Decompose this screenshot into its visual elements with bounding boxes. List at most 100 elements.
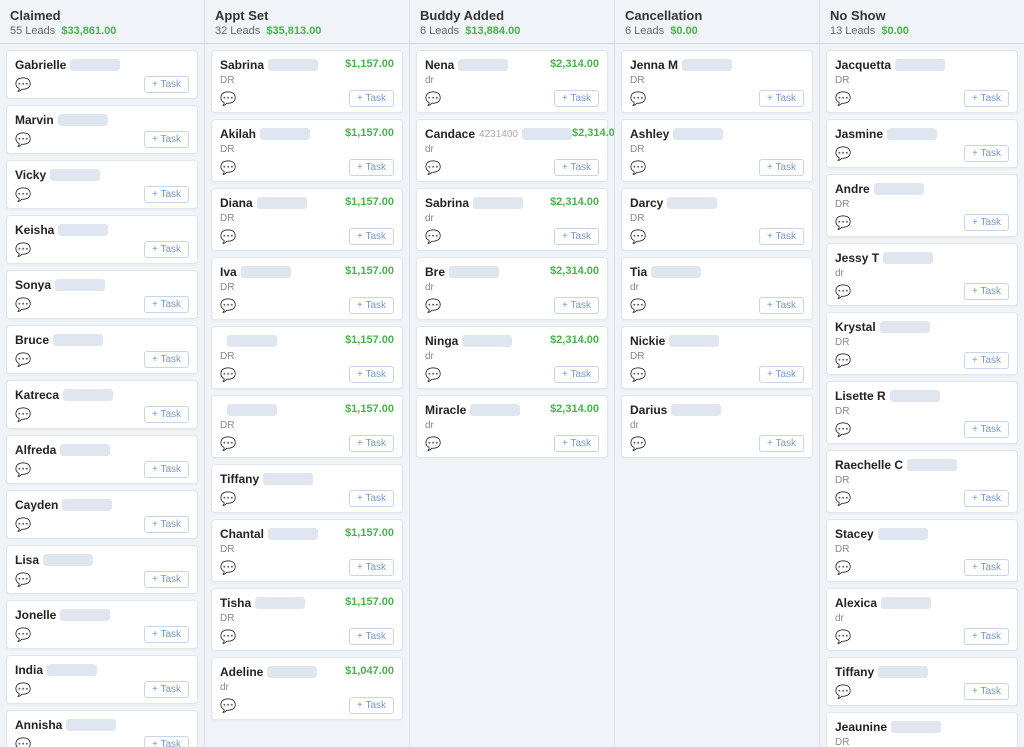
chat-icon[interactable]: 💬 — [835, 284, 851, 300]
card[interactable]: Jacquetta DR 💬 + Task — [826, 50, 1018, 113]
chat-icon[interactable]: 💬 — [15, 77, 31, 93]
chat-icon[interactable]: 💬 — [15, 352, 31, 368]
chat-icon[interactable]: 💬 — [425, 229, 441, 245]
task-button[interactable]: + Task — [349, 435, 394, 452]
chat-icon[interactable]: 💬 — [220, 698, 236, 714]
task-button[interactable]: + Task — [554, 297, 599, 314]
task-button[interactable]: + Task — [964, 683, 1009, 700]
task-button[interactable]: + Task — [759, 297, 804, 314]
card[interactable]: Lisa 💬 + Task — [6, 545, 198, 594]
task-button[interactable]: + Task — [349, 559, 394, 576]
task-button[interactable]: + Task — [964, 90, 1009, 107]
card[interactable]: Nena $2,314.00 dr 💬 + Task — [416, 50, 608, 113]
card[interactable]: Iva $1,157.00 DR 💬 + Task — [211, 257, 403, 320]
column-body[interactable]: Gabrielle 💬 + Task Marvin — [0, 44, 204, 747]
chat-icon[interactable]: 💬 — [15, 297, 31, 313]
card[interactable]: Darius dr 💬 + Task — [621, 395, 813, 458]
card[interactable]: Jenna M DR 💬 + Task — [621, 50, 813, 113]
chat-icon[interactable]: 💬 — [835, 684, 851, 700]
column-body[interactable]: Jacquetta DR 💬 + Task Jasmine — [820, 44, 1024, 747]
card[interactable]: Alfreda 💬 + Task — [6, 435, 198, 484]
card[interactable]: Ninga $2,314.00 dr 💬 + Task — [416, 326, 608, 389]
card[interactable]: India 💬 + Task — [6, 655, 198, 704]
task-button[interactable]: + Task — [964, 352, 1009, 369]
card[interactable]: Ashley DR 💬 + Task — [621, 119, 813, 182]
card[interactable]: Sonya 💬 + Task — [6, 270, 198, 319]
card[interactable]: Adeline $1,047.00 dr 💬 + Task — [211, 657, 403, 720]
task-button[interactable]: + Task — [349, 366, 394, 383]
task-button[interactable]: + Task — [349, 628, 394, 645]
chat-icon[interactable]: 💬 — [425, 436, 441, 452]
task-button[interactable]: + Task — [349, 297, 394, 314]
chat-icon[interactable]: 💬 — [15, 132, 31, 148]
chat-icon[interactable]: 💬 — [630, 229, 646, 245]
card[interactable]: Bruce 💬 + Task — [6, 325, 198, 374]
chat-icon[interactable]: 💬 — [835, 91, 851, 107]
card[interactable]: Bre $2,314.00 dr 💬 + Task — [416, 257, 608, 320]
card[interactable]: Alexica dr 💬 + Task — [826, 588, 1018, 651]
task-button[interactable]: + Task — [964, 421, 1009, 438]
chat-icon[interactable]: 💬 — [835, 629, 851, 645]
card[interactable]: Darcy DR 💬 + Task — [621, 188, 813, 251]
chat-icon[interactable]: 💬 — [15, 462, 31, 478]
task-button[interactable]: + Task — [144, 131, 189, 148]
card[interactable]: Vicky 💬 + Task — [6, 160, 198, 209]
task-button[interactable]: + Task — [554, 366, 599, 383]
chat-icon[interactable]: 💬 — [630, 298, 646, 314]
task-button[interactable]: + Task — [144, 736, 189, 747]
chat-icon[interactable]: 💬 — [425, 91, 441, 107]
task-button[interactable]: + Task — [964, 283, 1009, 300]
card[interactable]: Andre DR 💬 + Task — [826, 174, 1018, 237]
card[interactable]: Jessy T dr 💬 + Task — [826, 243, 1018, 306]
task-button[interactable]: + Task — [144, 461, 189, 478]
chat-icon[interactable]: 💬 — [630, 91, 646, 107]
card[interactable]: Keisha 💬 + Task — [6, 215, 198, 264]
task-button[interactable]: + Task — [964, 214, 1009, 231]
chat-icon[interactable]: 💬 — [220, 560, 236, 576]
chat-icon[interactable]: 💬 — [835, 491, 851, 507]
task-button[interactable]: + Task — [964, 628, 1009, 645]
task-button[interactable]: + Task — [144, 406, 189, 423]
card[interactable]: Stacey DR 💬 + Task — [826, 519, 1018, 582]
card[interactable]: Tisha $1,157.00 DR 💬 + Task — [211, 588, 403, 651]
card[interactable]: Sabrina $2,314.00 dr 💬 + Task — [416, 188, 608, 251]
card[interactable]: Gabrielle 💬 + Task — [6, 50, 198, 99]
column-body[interactable]: Nena $2,314.00 dr 💬 + Task Candace 42314… — [410, 44, 614, 747]
task-button[interactable]: + Task — [759, 159, 804, 176]
task-button[interactable]: + Task — [759, 435, 804, 452]
task-button[interactable]: + Task — [144, 186, 189, 203]
chat-icon[interactable]: 💬 — [835, 215, 851, 231]
task-button[interactable]: + Task — [554, 228, 599, 245]
chat-icon[interactable]: 💬 — [220, 436, 236, 452]
task-button[interactable]: + Task — [554, 435, 599, 452]
chat-icon[interactable]: 💬 — [220, 491, 236, 507]
chat-icon[interactable]: 💬 — [220, 629, 236, 645]
card[interactable]: Sabrina $1,157.00 DR 💬 + Task — [211, 50, 403, 113]
chat-icon[interactable]: 💬 — [835, 560, 851, 576]
chat-icon[interactable]: 💬 — [220, 229, 236, 245]
chat-icon[interactable]: 💬 — [630, 436, 646, 452]
task-button[interactable]: + Task — [144, 516, 189, 533]
chat-icon[interactable]: 💬 — [835, 146, 851, 162]
card[interactable]: Jeaunine DR 💬 + Task — [826, 712, 1018, 747]
task-button[interactable]: + Task — [964, 145, 1009, 162]
card[interactable]: Tiffany 💬 + Task — [826, 657, 1018, 706]
chat-icon[interactable]: 💬 — [835, 422, 851, 438]
chat-icon[interactable]: 💬 — [425, 298, 441, 314]
task-button[interactable]: + Task — [349, 159, 394, 176]
card[interactable]: Krystal DR 💬 + Task — [826, 312, 1018, 375]
card[interactable]: Marvin 💬 + Task — [6, 105, 198, 154]
chat-icon[interactable]: 💬 — [15, 517, 31, 533]
card[interactable]: Diana $1,157.00 DR 💬 + Task — [211, 188, 403, 251]
chat-icon[interactable]: 💬 — [425, 367, 441, 383]
chat-icon[interactable]: 💬 — [220, 91, 236, 107]
chat-icon[interactable]: 💬 — [220, 160, 236, 176]
task-button[interactable]: + Task — [964, 490, 1009, 507]
task-button[interactable]: + Task — [349, 697, 394, 714]
card[interactable]: Raechelle C DR 💬 + Task — [826, 450, 1018, 513]
card[interactable]: Candace 4231400 $2,314.00 dr 💬 + Task — [416, 119, 608, 182]
card[interactable]: $1,157.00 DR 💬 + Task — [211, 395, 403, 458]
chat-icon[interactable]: 💬 — [15, 572, 31, 588]
card[interactable]: Miracle $2,314.00 dr 💬 + Task — [416, 395, 608, 458]
card[interactable]: Jonelle 💬 + Task — [6, 600, 198, 649]
